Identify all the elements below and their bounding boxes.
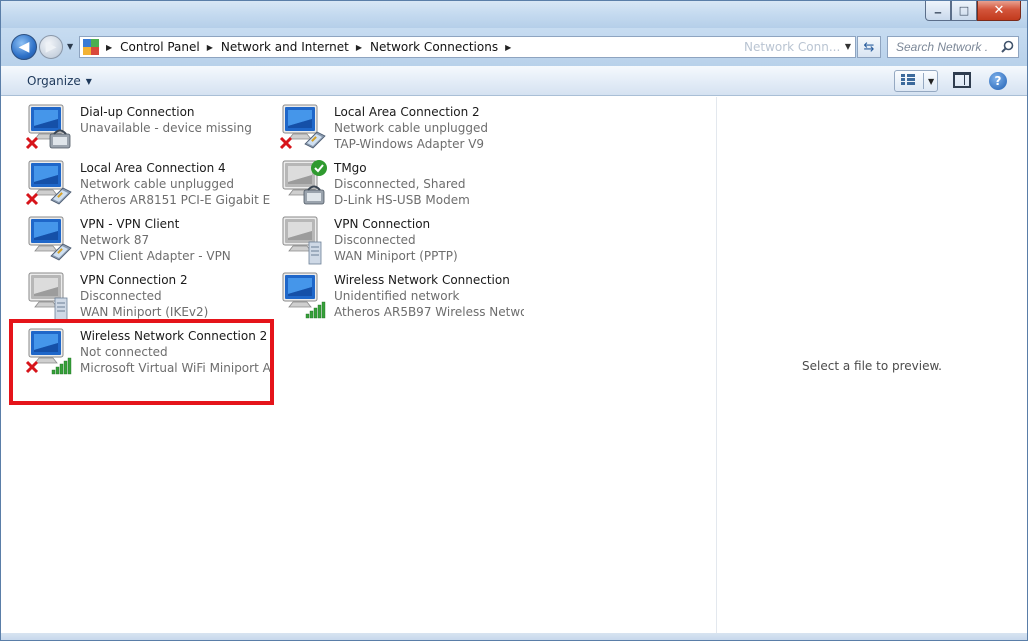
connection-text: VPN Connection 2 Disconnected WAN Miniport…	[80, 272, 270, 320]
navigation-bar: ◀ ▶ ▼ ▶ Control Panel ▶ Network and Inte…	[1, 28, 1027, 66]
connection-status: Disconnected, Shared	[334, 177, 466, 191]
breadcrumb-separator-icon[interactable]: ▶	[106, 43, 112, 52]
connection-name: Local Area Connection 4	[80, 161, 226, 175]
details-view-icon	[901, 74, 915, 88]
connection-item[interactable]: Dial-up Connection Unavailable - device m…	[9, 104, 259, 156]
connection-text: Local Area Connection 4 Network cable unp…	[80, 160, 270, 208]
address-dropdown-icon[interactable]: ▼	[845, 42, 851, 51]
views-divider	[923, 73, 924, 89]
back-arrow-icon: ◀	[18, 39, 30, 55]
breadcrumb-separator-icon[interactable]: ▶	[356, 43, 362, 52]
command-bar: Organize ▼ ▼ ?	[1, 66, 1027, 96]
connection-device: Atheros AR5B97 Wireless Network...	[334, 305, 524, 319]
breadcrumb-control-panel[interactable]: Control Panel	[120, 40, 200, 54]
preview-pane: Select a file to preview.	[716, 97, 1027, 635]
connection-name: TMgo	[334, 161, 367, 175]
connection-status: Unavailable - device missing	[80, 121, 252, 135]
chevron-down-icon[interactable]: ▼	[928, 77, 934, 86]
close-button[interactable]: ✕	[977, 1, 1021, 21]
highlight-box	[9, 319, 274, 405]
connection-name: Wireless Network Connection	[334, 273, 510, 287]
connection-item[interactable]: TMgo Disconnected, Shared D-Link HS-USB Mo…	[263, 160, 513, 212]
change-view-button[interactable]: ▼	[894, 70, 938, 92]
preview-message: Select a file to preview.	[802, 359, 942, 373]
ethernet-adapter-icon	[25, 216, 75, 268]
back-button[interactable]: ◀	[11, 34, 37, 60]
connection-name: Dial-up Connection	[80, 105, 195, 119]
breadcrumb-separator-icon[interactable]: ▶	[207, 43, 213, 52]
connection-status: Network cable unplugged	[334, 121, 489, 135]
connection-name: VPN Connection	[334, 217, 431, 231]
caption-buttons: ‒ □ ✕	[925, 1, 1021, 21]
server-adapter-icon	[25, 272, 75, 324]
connection-device: WAN Miniport (PPTP)	[334, 249, 458, 263]
breadcrumb-network-and-internet[interactable]: Network and Internet	[221, 40, 349, 54]
connection-text: TMgo Disconnected, Shared D-Link HS-USB Mo…	[334, 160, 524, 208]
network-connections-window: ‒ □ ✕ ◀ ▶ ▼ ▶ Control Panel ▶ Network an…	[0, 0, 1028, 641]
connection-status: Disconnected	[80, 289, 162, 303]
connection-item[interactable]: Wireless Network Connection Unidentified …	[263, 272, 524, 324]
close-icon: ✕	[993, 3, 1005, 18]
connection-name: VPN - VPN Client	[80, 217, 180, 231]
minimize-button[interactable]: ‒	[925, 1, 951, 21]
connection-status: Network 87	[80, 233, 150, 247]
status-bar	[1, 633, 1027, 640]
connection-item[interactable]: Local Area Connection 4 Network cable unp…	[9, 160, 270, 212]
connection-device: Atheros AR8151 PCI-E Gigabit Eth...	[80, 193, 270, 207]
organize-button[interactable]: Organize ▼	[19, 72, 100, 90]
search-box[interactable]: Search Network ...	[887, 36, 1019, 58]
connection-status: Unidentified network	[334, 289, 460, 303]
ethernet-adapter-icon	[279, 104, 329, 156]
connection-device: WAN Miniport (IKEv2)	[80, 305, 209, 319]
organize-label: Organize	[27, 74, 81, 88]
title-bar: ‒ □ ✕	[1, 1, 1027, 28]
ethernet-adapter-icon	[25, 160, 75, 212]
connection-item[interactable]: VPN Connection 2 Disconnected WAN Miniport…	[9, 272, 259, 324]
connection-text: Dial-up Connection Unavailable - device m…	[80, 104, 270, 136]
maximize-button[interactable]: □	[951, 1, 977, 21]
recent-pages-dropdown-icon[interactable]: ▼	[67, 42, 73, 51]
control-panel-icon	[83, 39, 99, 55]
connection-status: Network cable unplugged	[80, 177, 235, 191]
connection-item[interactable]: VPN Connection Disconnected WAN Miniport (…	[263, 216, 513, 268]
connection-device: TAP-Windows Adapter V9	[334, 137, 485, 151]
forward-button[interactable]: ▶	[39, 35, 63, 59]
address-bar[interactable]: ▶ Control Panel ▶ Network and Internet ▶…	[79, 36, 856, 58]
connection-text: VPN - VPN Client Network 87 VPN Client Ada…	[80, 216, 270, 264]
refresh-button[interactable]: ⇆	[857, 36, 881, 58]
connection-device: D-Link HS-USB Modem	[334, 193, 470, 207]
preview-pane-toggle-icon[interactable]	[953, 72, 971, 88]
connection-status: Disconnected	[334, 233, 416, 247]
minimize-icon: ‒	[934, 6, 942, 19]
breadcrumb-separator-icon[interactable]: ▶	[505, 43, 511, 52]
breadcrumb-network-connections[interactable]: Network Connections	[370, 40, 498, 54]
server-adapter-icon	[279, 216, 329, 268]
wifi-adapter-icon	[279, 272, 329, 324]
refresh-icon: ⇆	[863, 39, 875, 55]
forward-arrow-icon: ▶	[45, 39, 57, 55]
connection-text: Local Area Connection 2 Network cable unp…	[334, 104, 524, 152]
connection-item[interactable]: Local Area Connection 2 Network cable unp…	[263, 104, 513, 156]
connection-device: VPN Client Adapter - VPN	[80, 249, 231, 263]
address-ghost-text: Network Conn...	[744, 40, 841, 54]
connection-item[interactable]: VPN - VPN Client Network 87 VPN Client Ada…	[9, 216, 259, 268]
connection-text: Wireless Network Connection Unidentified …	[334, 272, 524, 320]
search-input[interactable]: Search Network ...	[888, 40, 988, 54]
connection-text: VPN Connection Disconnected WAN Miniport (…	[334, 216, 524, 264]
modem-adapter-icon	[25, 104, 75, 156]
help-icon[interactable]: ?	[989, 72, 1007, 90]
connection-name: VPN Connection 2	[80, 273, 188, 287]
chevron-down-icon: ▼	[85, 76, 92, 86]
connection-name: Local Area Connection 2	[334, 105, 480, 119]
modem-adapter-icon	[279, 160, 329, 212]
search-icon[interactable]	[1001, 40, 1014, 53]
maximize-icon: □	[958, 4, 970, 17]
